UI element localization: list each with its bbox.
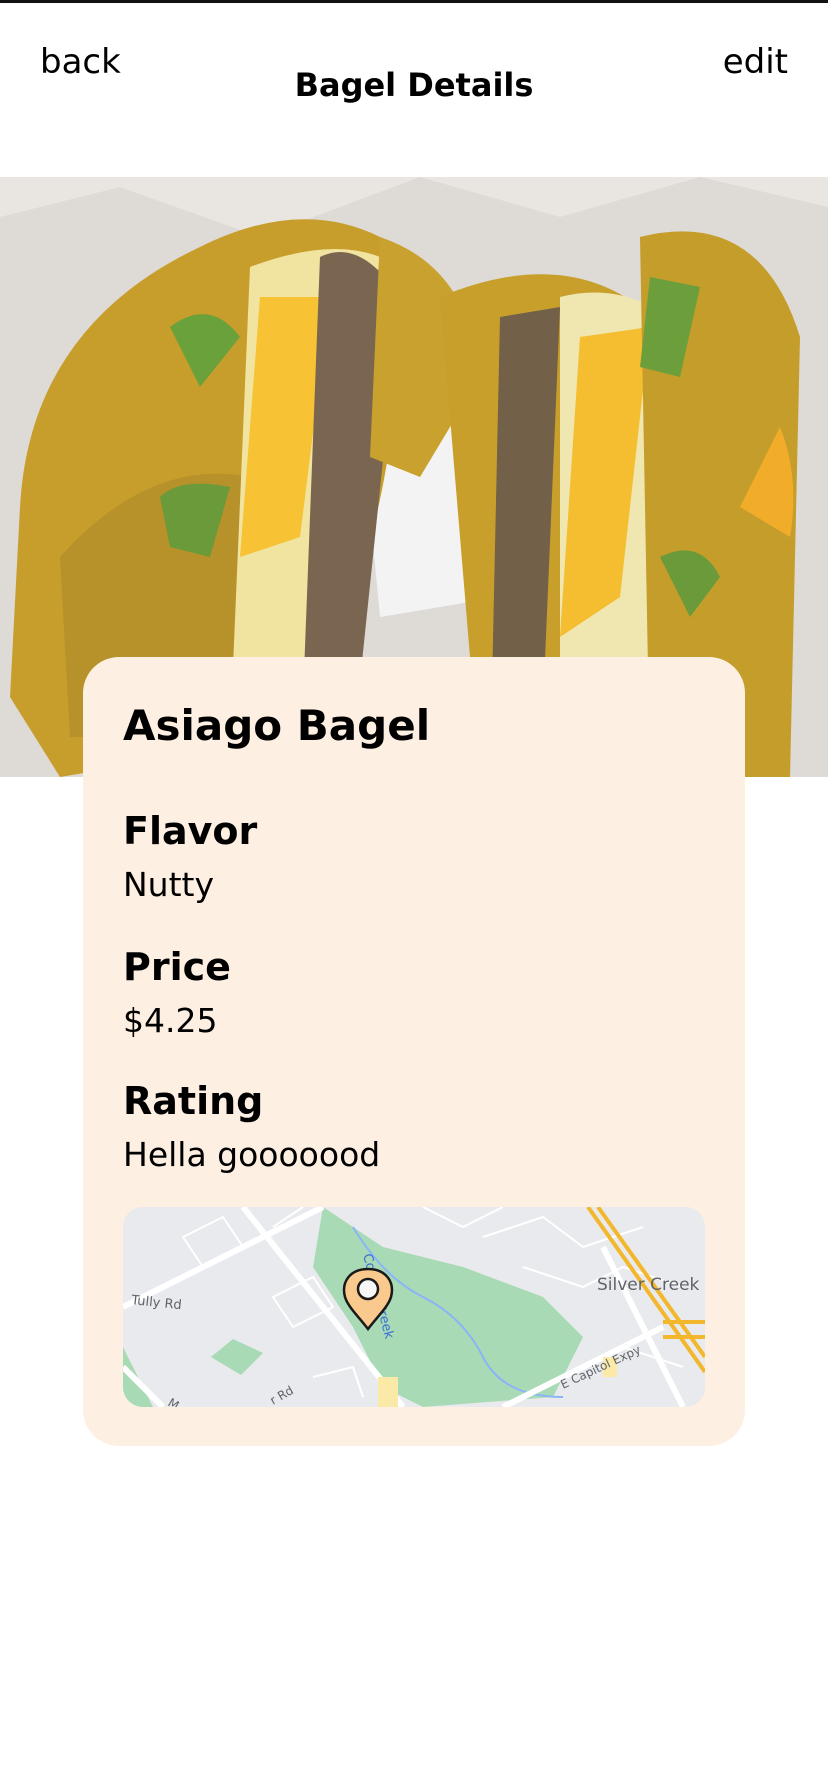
price-label: Price xyxy=(123,945,231,989)
flavor-label: Flavor xyxy=(123,809,258,853)
rating-label: Rating xyxy=(123,1079,264,1123)
bagel-name: Asiago Bagel xyxy=(123,701,431,750)
price-value: $4.25 xyxy=(123,1001,218,1040)
top-divider xyxy=(0,0,828,3)
flavor-value: Nutty xyxy=(123,865,215,904)
edit-button[interactable]: edit xyxy=(723,42,788,82)
location-map[interactable]: Tully Rd Coyote Creek Silver Creek H E C… xyxy=(123,1207,705,1407)
bagel-details-card: Asiago Bagel Flavor Nutty Price $4.25 Ra… xyxy=(83,657,745,1446)
rating-value: Hella gooooood xyxy=(123,1135,381,1174)
page-title: Bagel Details xyxy=(294,66,534,104)
map-label-silver-creek: Silver Creek H xyxy=(597,1275,705,1295)
